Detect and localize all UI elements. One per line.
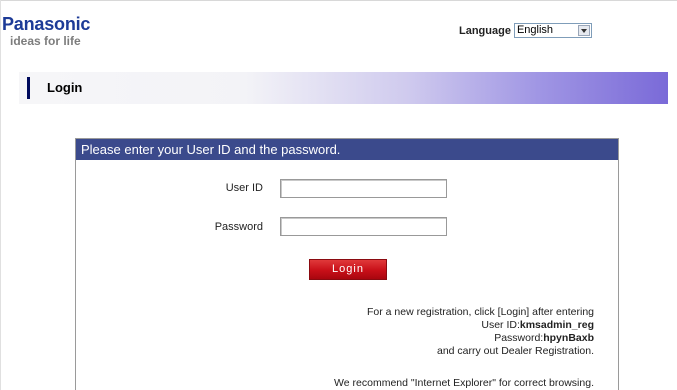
notes-user-id-prefix: User ID: (481, 319, 520, 331)
notes-user-id-value: kmsadmin_reg (519, 319, 594, 331)
user-id-input[interactable] (280, 179, 447, 198)
notes-user-id: User ID:kmsadmin_reg (294, 319, 594, 332)
browser-recommendation: We recommend "Internet Explorer" for cor… (334, 377, 594, 389)
notes-line-1: For a new registration, click [Login] af… (366, 306, 594, 318)
section-title: Login (47, 80, 83, 95)
password-input[interactable] (280, 217, 447, 236)
registration-notes: For a new registration, click [Login] af… (294, 306, 594, 358)
login-panel: Please enter your User ID and the passwo… (75, 138, 619, 390)
language-value: English (516, 24, 554, 36)
page-top-border (0, 0, 677, 1)
language-label: Language (459, 24, 511, 37)
notes-line-4: and carry out Dealer Registration. (437, 345, 594, 357)
notes-password-value: hpynBaxb (543, 332, 594, 344)
password-label: Password (214, 221, 263, 233)
login-button[interactable]: Login (309, 259, 387, 280)
user-id-label: User ID (225, 182, 263, 194)
chevron-down-icon[interactable] (577, 25, 590, 36)
notes-password-prefix: Password: (494, 332, 544, 344)
section-title-bar: Login (19, 72, 668, 104)
title-accent (27, 77, 30, 99)
page-left-border (0, 0, 1, 390)
logo-tagline: ideas for life (10, 34, 81, 48)
login-instruction: Please enter your User ID and the passwo… (76, 139, 618, 160)
notes-password: Password:hpynBaxb (294, 332, 594, 345)
logo-brand: Panasonic (2, 14, 91, 34)
language-select[interactable]: English (513, 23, 592, 38)
language-selector: Language English (459, 23, 592, 38)
panasonic-logo: Panasonic ideas for life (2, 14, 90, 48)
